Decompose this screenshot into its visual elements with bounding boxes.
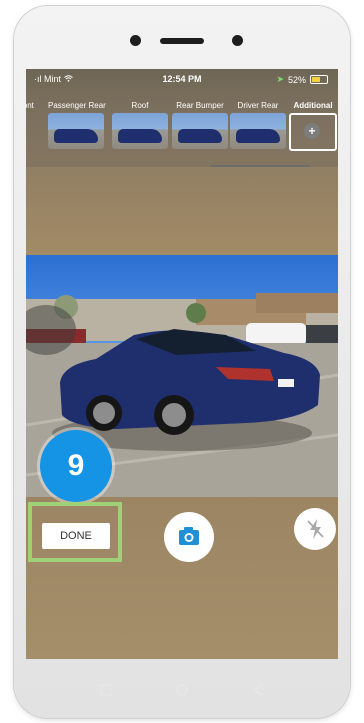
thumbnail-image [230, 113, 286, 149]
thumbnail-label: Passenger Rear [48, 101, 106, 110]
car-thumbnail [54, 129, 98, 143]
thumbnail-driver-rear[interactable]: Driver Rear [230, 101, 286, 149]
car-thumbnail [118, 129, 162, 143]
photo-thumbnail-strip[interactable]: ront Passenger Rear Roof Rear Bumper Dri… [26, 97, 338, 167]
front-camera-icon [130, 35, 141, 46]
home-icon[interactable] [176, 684, 188, 696]
car-thumbnail [178, 129, 222, 143]
thumbnail-rear-bumper[interactable]: Rear Bumper [172, 101, 228, 149]
flash-toggle-button[interactable] [294, 508, 336, 550]
step-number-badge: 9 [40, 430, 112, 502]
thumbnail-label: Driver Rear [237, 101, 279, 110]
earpiece-row [14, 34, 350, 48]
android-nav-bar [26, 670, 338, 714]
battery-icon [310, 75, 328, 84]
thumbnail-additional[interactable]: Additional + [288, 101, 338, 151]
thumbnail-image [112, 113, 168, 149]
add-photo-slot[interactable]: + [289, 113, 337, 151]
thumbnail-label: Rear Bumper [176, 101, 224, 110]
thumbnail-image [48, 113, 104, 149]
recent-apps-icon[interactable] [100, 684, 112, 696]
status-bar: ·ıl Mint 12:54 PM ➤ 52% [26, 69, 338, 89]
capture-button[interactable] [164, 512, 214, 562]
car-thumbnail [236, 129, 280, 143]
battery-info: ➤ 52% [276, 74, 328, 85]
camera-screen: ·ıl Mint 12:54 PM ➤ 52% ront Passenger R… [26, 69, 338, 659]
done-button[interactable]: DONE [42, 523, 110, 549]
back-icon[interactable] [252, 684, 264, 696]
thumbnail-passenger-rear[interactable]: Passenger Rear [48, 101, 106, 149]
thumbnail-label: Roof [131, 101, 149, 110]
thumbnail-label: Additional [293, 101, 333, 110]
phone-frame: ·ıl Mint 12:54 PM ➤ 52% ront Passenger R… [14, 6, 350, 718]
camera-icon [179, 527, 199, 545]
location-icon: ➤ [276, 74, 284, 84]
battery-level [312, 77, 321, 82]
flash-off-icon [307, 519, 324, 539]
speaker-grille [160, 38, 204, 44]
strip-scroll-indicator [210, 165, 310, 167]
thumbnail-label: ront [26, 101, 34, 110]
sensor-icon [232, 35, 243, 46]
thumbnail-image [172, 113, 228, 149]
thumbnail-front[interactable]: ront [26, 101, 42, 113]
battery-percent: 52% [287, 74, 306, 85]
thumbnail-roof[interactable]: Roof [112, 101, 168, 149]
plus-icon: + [304, 123, 320, 139]
